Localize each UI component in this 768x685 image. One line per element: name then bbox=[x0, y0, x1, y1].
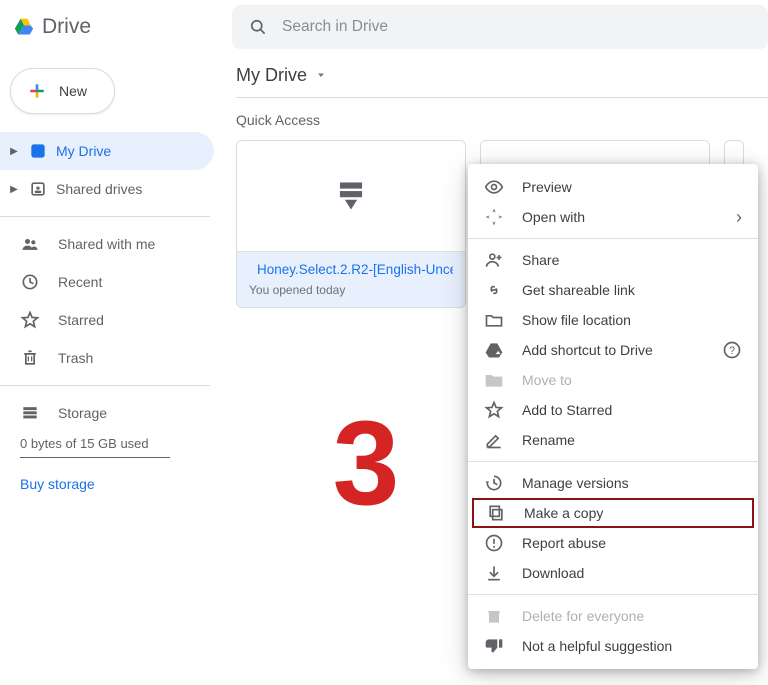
ctx-share[interactable]: Share bbox=[468, 245, 758, 275]
copy-icon bbox=[486, 503, 506, 523]
nav-label: Starred bbox=[58, 312, 104, 328]
file-name: Honey.Select.2.R2-[English-Unce... bbox=[257, 262, 453, 277]
people-icon bbox=[20, 234, 40, 254]
search-input[interactable] bbox=[282, 18, 752, 36]
dropdown-arrow-icon[interactable] bbox=[315, 65, 327, 86]
ctx-show-location[interactable]: Show file location bbox=[468, 305, 758, 335]
link-icon bbox=[484, 280, 504, 300]
nav-trash[interactable]: Trash bbox=[0, 339, 214, 377]
open-with-icon bbox=[484, 207, 504, 227]
ctx-not-helpful[interactable]: Not a helpful suggestion bbox=[468, 631, 758, 661]
expand-arrow-icon[interactable]: ▶ bbox=[8, 184, 20, 195]
ctx-label: Get shareable link bbox=[522, 282, 742, 298]
nav-starred[interactable]: Starred bbox=[0, 301, 214, 339]
shared-drives-icon bbox=[28, 179, 48, 199]
ctx-label: Download bbox=[522, 565, 742, 581]
my-drive-icon bbox=[28, 141, 48, 161]
nav-label: Recent bbox=[58, 274, 102, 290]
nav-shared-with-me[interactable]: Shared with me bbox=[0, 225, 214, 263]
sidebar: New ▶ My Drive ▶ Shared drives Shared wi… bbox=[0, 54, 220, 685]
nav-shared-drives[interactable]: ▶ Shared drives bbox=[0, 170, 214, 208]
search-bar[interactable] bbox=[232, 5, 768, 49]
ctx-label: Show file location bbox=[522, 312, 742, 328]
ctx-label: Share bbox=[522, 252, 742, 268]
plus-icon bbox=[27, 81, 47, 101]
folder-icon bbox=[484, 310, 504, 330]
nav-label: Shared drives bbox=[56, 181, 142, 197]
quick-access-heading: Quick Access bbox=[236, 112, 768, 128]
storage-usage-text: 0 bytes of 15 GB used bbox=[20, 436, 220, 451]
ctx-label: Manage versions bbox=[522, 475, 742, 491]
trash-icon bbox=[20, 348, 40, 368]
star-icon bbox=[484, 400, 504, 420]
ctx-label: Not a helpful suggestion bbox=[522, 638, 742, 654]
ctx-label: Move to bbox=[522, 372, 742, 388]
nav-recent[interactable]: Recent bbox=[0, 263, 214, 301]
eye-icon bbox=[484, 177, 504, 197]
move-icon bbox=[484, 370, 504, 390]
ctx-label: Delete for everyone bbox=[522, 608, 742, 624]
buy-storage-link[interactable]: Buy storage bbox=[20, 476, 220, 492]
download-icon bbox=[484, 563, 504, 583]
ctx-make-copy[interactable]: Make a copy bbox=[472, 498, 754, 528]
ctx-label: Open with bbox=[522, 209, 718, 225]
ctx-report-abuse[interactable]: Report abuse bbox=[468, 528, 758, 558]
drive-shortcut-icon bbox=[484, 340, 504, 360]
clock-icon bbox=[20, 272, 40, 292]
thumb-down-icon bbox=[484, 636, 504, 656]
nav-storage[interactable]: Storage bbox=[0, 394, 214, 432]
ctx-delete-everyone: Delete for everyone bbox=[468, 601, 758, 631]
ctx-get-link[interactable]: Get shareable link bbox=[468, 275, 758, 305]
ctx-label: Preview bbox=[522, 179, 742, 195]
ctx-label: Make a copy bbox=[524, 505, 736, 521]
nav-label: Shared with me bbox=[58, 236, 155, 252]
quick-access-card[interactable]: Honey.Select.2.R2-[English-Unce... You o… bbox=[236, 140, 466, 308]
nav-label: Trash bbox=[58, 350, 93, 366]
ctx-add-shortcut[interactable]: Add shortcut to Drive ? bbox=[468, 335, 758, 365]
expand-arrow-icon[interactable]: ▶ bbox=[8, 146, 20, 157]
ctx-label: Add to Starred bbox=[522, 402, 742, 418]
ctx-rename[interactable]: Rename bbox=[468, 425, 758, 455]
trash-icon bbox=[484, 606, 504, 626]
ctx-preview[interactable]: Preview bbox=[468, 172, 758, 202]
breadcrumb-label: My Drive bbox=[236, 65, 307, 86]
ctx-add-starred[interactable]: Add to Starred bbox=[468, 395, 758, 425]
help-icon[interactable]: ? bbox=[722, 340, 742, 360]
file-thumbnail bbox=[237, 141, 465, 251]
context-menu: Preview Open with › Share Get shareable … bbox=[468, 164, 758, 669]
ctx-label: Report abuse bbox=[522, 535, 742, 551]
svg-text:?: ? bbox=[729, 345, 735, 357]
ctx-download[interactable]: Download bbox=[468, 558, 758, 588]
search-icon bbox=[248, 17, 268, 37]
nav-label: Storage bbox=[58, 405, 107, 421]
history-icon bbox=[484, 473, 504, 493]
pencil-icon bbox=[484, 430, 504, 450]
storage-icon bbox=[20, 403, 40, 423]
ctx-move-to: Move to bbox=[468, 365, 758, 395]
ctx-open-with[interactable]: Open with › bbox=[468, 202, 758, 232]
file-subtitle: You opened today bbox=[249, 283, 453, 297]
person-add-icon bbox=[484, 250, 504, 270]
new-button-label: New bbox=[59, 83, 87, 99]
new-button[interactable]: New bbox=[10, 68, 115, 114]
ctx-manage-versions[interactable]: Manage versions bbox=[468, 468, 758, 498]
chevron-right-icon: › bbox=[736, 207, 742, 228]
ctx-label: Add shortcut to Drive bbox=[522, 342, 704, 358]
nav-label: My Drive bbox=[56, 143, 111, 159]
star-icon bbox=[20, 310, 40, 330]
report-icon bbox=[484, 533, 504, 553]
storage-bar bbox=[20, 457, 170, 458]
annotation-number: 3 bbox=[326, 394, 406, 532]
drive-logo-icon bbox=[14, 17, 34, 37]
breadcrumb[interactable]: My Drive bbox=[236, 54, 768, 98]
ctx-label: Rename bbox=[522, 432, 742, 448]
app-name: Drive bbox=[42, 15, 91, 39]
nav-my-drive[interactable]: ▶ My Drive bbox=[0, 132, 214, 170]
